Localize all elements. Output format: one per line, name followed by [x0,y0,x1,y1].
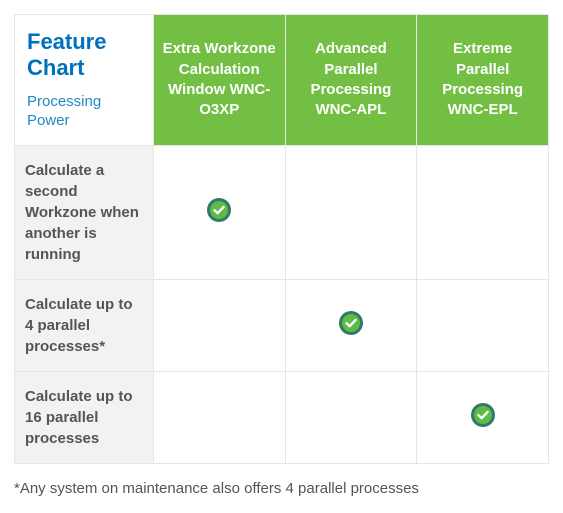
feature-chart-table: Feature Chart Processing Power Extra Wor… [14,14,549,464]
table-row: Calculate up to 16 parallel processes [15,371,549,463]
footnote: *Any system on maintenance also offers 4… [14,478,549,499]
feature-table-body: Calculate a second Workzone when another… [15,145,549,463]
availability-cell [285,279,417,371]
availability-cell [285,145,417,279]
availability-cell [417,279,549,371]
feature-label: Calculate up to 4 parallel processes* [15,279,154,371]
table-row: Calculate up to 4 parallel processes* [15,279,549,371]
availability-cell [153,279,285,371]
page-subtitle: Processing Power [27,92,141,131]
plan-header-wnc-apl: Advanced Parallel Processing WNC-APL [285,15,417,146]
plan-header-wnc-o3xp: Extra Workzone Calculation Window WNC-O3… [153,15,285,146]
feature-label: Calculate a second Workzone when another… [15,145,154,279]
check-icon [207,198,231,222]
page-title: Feature Chart [27,29,141,82]
table-row: Calculate a second Workzone when another… [15,145,549,279]
check-icon [471,403,495,427]
availability-cell [153,145,285,279]
availability-cell [417,371,549,463]
plan-header-wnc-epl: Extreme Parallel Processing WNC-EPL [417,15,549,146]
feature-label: Calculate up to 16 parallel processes [15,371,154,463]
table-corner-header: Feature Chart Processing Power [15,15,154,146]
availability-cell [153,371,285,463]
availability-cell [285,371,417,463]
check-icon [339,311,363,335]
availability-cell [417,145,549,279]
